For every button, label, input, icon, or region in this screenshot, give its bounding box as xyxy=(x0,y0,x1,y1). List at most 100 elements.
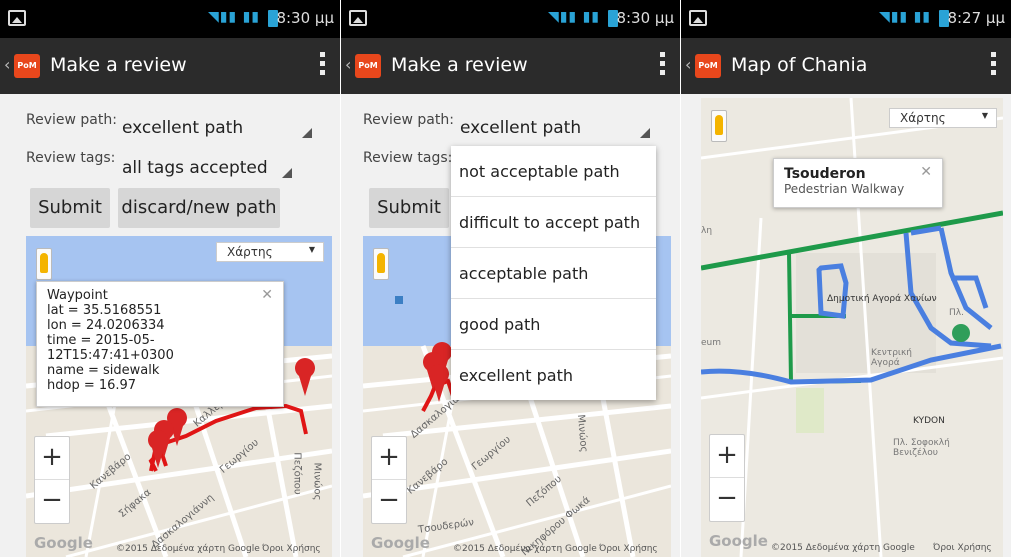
zoom-out-button[interactable]: − xyxy=(372,480,406,523)
terms-link[interactable]: Όροι Χρήσης xyxy=(599,544,658,554)
zoom-controls: + − xyxy=(34,436,70,524)
status-bar: ◥▮▮ ▮▮ 8:27 μμ xyxy=(681,0,1011,38)
signal-icon: ◥▮▮ ▮▮ xyxy=(878,9,931,25)
chevron-down-icon: ▼ xyxy=(308,245,315,254)
infowindow-title: Waypoint xyxy=(47,288,108,303)
app-logo-icon[interactable]: PoM xyxy=(695,54,721,78)
gallery-icon xyxy=(349,10,367,26)
infowindow-title: Tsouderon xyxy=(784,166,866,182)
review-path-label: Review path: xyxy=(26,112,117,128)
overflow-menu-icon[interactable] xyxy=(660,52,666,78)
map-label: λη xyxy=(701,226,713,236)
back-icon[interactable]: ‹ xyxy=(685,55,691,74)
map-label: eum xyxy=(701,338,722,348)
chevron-down-icon: ▼ xyxy=(981,111,988,120)
street-view-pegman-icon[interactable] xyxy=(373,248,389,280)
google-logo: Google xyxy=(34,534,93,552)
zoom-in-button[interactable]: + xyxy=(372,437,406,480)
zoom-in-button[interactable]: + xyxy=(710,435,744,478)
dropdown-option[interactable]: acceptable path xyxy=(451,248,656,299)
infowindow-line: name = sidewalk xyxy=(47,363,160,378)
overflow-menu-icon[interactable] xyxy=(991,52,997,78)
map-type-selector[interactable]: Χάρτης ▼ xyxy=(216,242,324,262)
infowindow-line: lat = 35.5168551 xyxy=(47,303,162,318)
google-logo: Google xyxy=(709,532,768,550)
page-title: Map of Chania xyxy=(731,54,868,76)
page-title: Make a review xyxy=(391,54,528,76)
poi-label: Κεντρική Αγορά xyxy=(871,348,912,368)
map-attribution: ©2015 Δεδομένα χάρτη Google xyxy=(453,544,597,554)
map-type-label: Χάρτης xyxy=(900,111,946,125)
app-logo-icon[interactable]: PoM xyxy=(355,54,381,78)
page-title: Make a review xyxy=(50,54,187,76)
screen-make-review-2: ◥▮▮ ▮▮ 8:30 μμ ‹ PoM Make a review Revie… xyxy=(341,0,680,557)
street-view-pegman-icon[interactable] xyxy=(711,110,727,142)
review-tags-label: Review tags: xyxy=(363,150,453,166)
spinner-arrow-icon xyxy=(282,168,292,178)
zoom-controls: + − xyxy=(371,436,407,524)
zoom-in-button[interactable]: + xyxy=(35,437,69,480)
status-time: 8:30 μμ xyxy=(616,9,674,27)
close-icon[interactable]: ✕ xyxy=(920,165,932,180)
discard-new-path-button[interactable]: discard/new path xyxy=(118,188,280,228)
overflow-menu-icon[interactable] xyxy=(320,52,326,78)
map-type-label: Χάρτης xyxy=(227,245,273,259)
status-bar: ◥▮▮ ▮▮ 8:30 μμ xyxy=(341,0,680,38)
hotel-label: KYDON xyxy=(913,416,945,426)
google-logo: Google xyxy=(371,534,430,552)
review-tags-label: Review tags: xyxy=(26,150,116,166)
app-logo-icon[interactable]: PoM xyxy=(14,54,40,78)
back-icon[interactable]: ‹ xyxy=(4,55,10,74)
map-type-selector[interactable]: Χάρτης ▼ xyxy=(889,108,997,128)
map-attribution: ©2015 Δεδομένα χάρτη Google xyxy=(116,544,260,554)
spinner-arrow-icon xyxy=(640,128,650,138)
tsouderon-infowindow: Tsouderon Pedestrian Walkway ✕ xyxy=(773,158,943,208)
action-bar: ‹ PoM Make a review xyxy=(0,38,340,94)
waypoint-infowindow: Waypoint lat = 35.5168551 lon = 24.02063… xyxy=(36,281,284,407)
zoom-out-button[interactable]: − xyxy=(710,478,744,521)
map-poi-icon xyxy=(395,296,403,304)
status-time: 8:30 μμ xyxy=(276,9,334,27)
square-label: Πλ. Σοφοκλή Βενιζέλου xyxy=(893,438,950,458)
review-path-spinner[interactable]: excellent path xyxy=(456,108,656,144)
submit-button[interactable]: Submit xyxy=(369,188,449,228)
review-path-value: excellent path xyxy=(122,118,244,138)
zoom-controls: + − xyxy=(709,434,745,522)
spinner-arrow-icon xyxy=(302,128,312,138)
poi-label: Δημοτική Αγορά Χανίων xyxy=(827,294,937,304)
close-icon[interactable]: ✕ xyxy=(261,288,273,303)
gallery-icon xyxy=(8,10,26,26)
signal-icon: ◥▮▮ ▮▮ xyxy=(207,9,260,25)
infowindow-line: hdop = 16.97 xyxy=(47,378,137,393)
signal-icon: ◥▮▮ ▮▮ xyxy=(547,9,600,25)
back-icon[interactable]: ‹ xyxy=(345,55,351,74)
infowindow-line: 12T15:47:41+0300 xyxy=(47,348,174,363)
review-tags-spinner[interactable]: all tags accepted xyxy=(118,148,298,184)
review-path-dropdown: not acceptable path difficult to accept … xyxy=(451,146,656,400)
dropdown-option[interactable]: good path xyxy=(451,299,656,350)
submit-button[interactable]: Submit xyxy=(30,188,110,228)
review-tags-value: all tags accepted xyxy=(122,158,268,178)
street-label: Μινώος xyxy=(311,462,323,501)
terms-link[interactable]: Όροι Χρήσης xyxy=(262,544,321,554)
review-path-label: Review path: xyxy=(363,112,454,128)
infowindow-line: time = 2015-05- xyxy=(47,333,155,348)
dropdown-option[interactable]: excellent path xyxy=(451,350,656,401)
status-bar: ◥▮▮ ▮▮ 8:30 μμ xyxy=(0,0,340,38)
map-view[interactable]: Χάρτης ▼ Tsouderon Pedestrian Walkway ✕ … xyxy=(701,98,1003,557)
status-time: 8:27 μμ xyxy=(947,9,1005,27)
action-bar: ‹ PoM Map of Chania xyxy=(681,38,1011,94)
dropdown-option[interactable]: not acceptable path xyxy=(451,146,656,197)
infowindow-line: lon = 24.0206334 xyxy=(47,318,165,333)
map-view[interactable]: Καλλέρ Κανεβάρο Σήφακα Δασκαλογιάννη Γεω… xyxy=(26,236,332,557)
screen-make-review-1: ◥▮▮ ▮▮ 8:30 μμ ‹ PoM Make a review Revie… xyxy=(0,0,340,557)
square-label: Πλ. xyxy=(949,308,964,318)
screen-map-of-chania: ◥▮▮ ▮▮ 8:27 μμ ‹ PoM Map of Chania Χάρτη… xyxy=(681,0,1011,557)
zoom-out-button[interactable]: − xyxy=(35,480,69,523)
terms-link[interactable]: Όροι Χρήσης xyxy=(933,543,992,553)
street-label: Πεζόπου xyxy=(291,452,303,495)
dropdown-option[interactable]: difficult to accept path xyxy=(451,197,656,248)
street-view-pegman-icon[interactable] xyxy=(36,248,52,280)
action-bar: ‹ PoM Make a review xyxy=(341,38,680,94)
review-path-spinner[interactable]: excellent path xyxy=(118,108,318,144)
